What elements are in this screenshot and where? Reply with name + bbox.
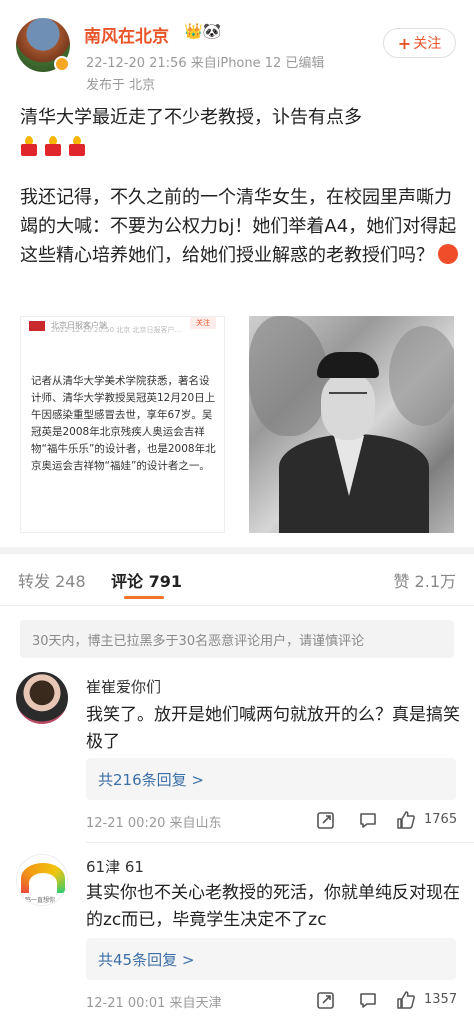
verified-badge-icon bbox=[54, 56, 70, 72]
comment-icon[interactable] bbox=[358, 990, 378, 1010]
face-shape bbox=[321, 374, 375, 440]
candle-icon bbox=[68, 136, 86, 156]
comment-divider bbox=[86, 842, 474, 843]
tab-likes[interactable]: 赞 2.1万 bbox=[393, 568, 456, 592]
post-title: 清华大学最近走了不少老教授，讣告有点多 bbox=[20, 107, 362, 128]
comment-text: 我笑了。放开是她们喊两句就放开的么？真是搞笑极了 bbox=[86, 705, 460, 752]
author-name[interactable]: 南风在北京 bbox=[84, 22, 169, 47]
tree-shape bbox=[389, 326, 454, 426]
comment-text: 其实你也不关心老教授的死活，你就单纯反对现在的zc而已，毕竟学生决定不了zc bbox=[86, 883, 460, 930]
post-image-portrait[interactable] bbox=[249, 316, 454, 533]
angry-face-icon bbox=[438, 244, 458, 264]
tab-likes-count: 2.1万 bbox=[414, 572, 456, 591]
comment-item: 鸣一直想你 61津 61 其实你也不关心老教授的死活，你就单纯反对现在的zc而已… bbox=[0, 852, 474, 1019]
comment-item: 崔崔爱你们 我笑了。放开是她们喊两句就放开的么？真是搞笑极了 共216条回复 >… bbox=[0, 670, 474, 845]
view-replies-button[interactable]: 共45条回复 > bbox=[86, 938, 456, 980]
like-thumb-icon[interactable] bbox=[396, 990, 416, 1010]
like-count: 1765 bbox=[424, 812, 458, 827]
comment-icon[interactable] bbox=[358, 810, 378, 830]
glasses-shape bbox=[329, 392, 367, 400]
like-thumb-icon[interactable] bbox=[396, 810, 416, 830]
comment-time: 12-21 00:01 来自天津 bbox=[86, 996, 222, 1011]
tab-comments-count: 791 bbox=[148, 572, 182, 591]
tab-likes-label: 赞 bbox=[393, 572, 410, 591]
tab-reposts-count: 248 bbox=[55, 572, 86, 591]
commenter-avatar[interactable]: 鸣一直想你 bbox=[16, 854, 68, 906]
tab-comments[interactable]: 评论 791 bbox=[111, 568, 182, 592]
news-excerpt: 记者从清华大学美术学院获悉，著名设计师、清华大学教授吴冠英12月20日上午因感染… bbox=[31, 375, 216, 472]
share-icon[interactable] bbox=[316, 810, 336, 830]
tab-reposts[interactable]: 转发 248 bbox=[18, 568, 86, 592]
comment-time: 12-21 00:20 来自山东 bbox=[86, 816, 222, 831]
tab-reposts-label: 转发 bbox=[18, 572, 51, 591]
news-header: 北京日报客户端 2022-12-20 20:50 北京 北京日报客户... 关注 bbox=[21, 317, 224, 337]
tab-comments-label: 评论 bbox=[111, 572, 144, 591]
post-meta: 22-12-20 21:56 来自iPhone 12 已编辑 bbox=[86, 56, 325, 71]
active-tab-indicator bbox=[124, 596, 164, 599]
candle-emoji-row bbox=[20, 136, 86, 156]
interaction-tabs: 转发 248 评论 791 赞 2.1万 bbox=[0, 554, 474, 606]
post-image-news-screenshot[interactable]: 北京日报客户端 2022-12-20 20:50 北京 北京日报客户... 关注… bbox=[20, 316, 225, 533]
post-header: 南风在北京 👑🐼 22-12-20 21:56 来自iPhone 12 已编辑 … bbox=[0, 0, 474, 100]
cap-shape bbox=[317, 352, 379, 378]
section-divider bbox=[0, 547, 474, 554]
plus-icon: + bbox=[397, 33, 412, 53]
comment-notice: 30天内，博主已拉黑多于30名恶意评论用户，请谨慎评论 bbox=[20, 620, 454, 658]
avatar-signature: 鸣一直想你 bbox=[25, 897, 56, 904]
news-follow-badge: 关注 bbox=[190, 317, 216, 329]
follow-button[interactable]: + 关注 bbox=[383, 28, 456, 58]
commenter-name[interactable]: 61津 61 bbox=[86, 856, 144, 877]
follow-label: 关注 bbox=[413, 36, 442, 52]
commenter-avatar[interactable] bbox=[16, 672, 68, 724]
commenter-name[interactable]: 崔崔爱你们 bbox=[86, 676, 161, 697]
like-count: 1357 bbox=[424, 992, 458, 1007]
news-logo-icon bbox=[29, 321, 45, 331]
post-body-text: 我还记得，不久之前的一个清华女生，在校园里声嘶力竭的大喊：不要为公权力bj！她们… bbox=[20, 187, 457, 266]
post-location: 发布于 北京 bbox=[86, 78, 156, 93]
author-badges-icon: 👑🐼 bbox=[184, 22, 222, 40]
candle-icon bbox=[44, 136, 62, 156]
news-meta: 2022-12-20 20:50 北京 北京日报客户... bbox=[51, 326, 182, 334]
candle-icon bbox=[20, 136, 38, 156]
view-replies-button[interactable]: 共216条回复 > bbox=[86, 758, 456, 800]
share-icon[interactable] bbox=[316, 990, 336, 1010]
post-body: 我还记得，不久之前的一个清华女生，在校园里声嘶力竭的大喊：不要为公权力bj！她们… bbox=[20, 183, 460, 270]
